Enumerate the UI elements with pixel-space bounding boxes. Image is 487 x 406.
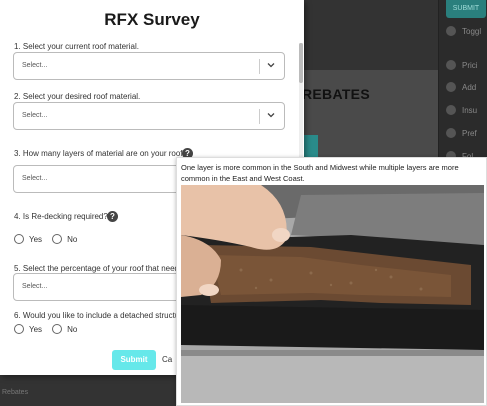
current-roof-material-select[interactable]: Select...: [13, 52, 285, 80]
dollar-icon: [446, 60, 456, 70]
select-divider: [259, 59, 260, 74]
add-icon: [446, 82, 456, 92]
background-section-heading: REBATES: [302, 86, 370, 102]
background-teal-button: [302, 135, 318, 159]
chevron-down-icon: [267, 113, 275, 118]
help-icon[interactable]: ?: [107, 211, 118, 222]
select-divider: [259, 109, 260, 124]
radio-yes[interactable]: [14, 324, 24, 334]
question-3-label: 3. How many layers of material are on yo…: [14, 149, 187, 158]
background-sidebar-item: Prici: [446, 58, 478, 72]
scrollbar-thumb[interactable]: [299, 43, 303, 83]
question-1-label: 1. Select your current roof material.: [14, 42, 139, 51]
roof-shingle-layers-photo: [181, 185, 484, 403]
toggle-icon: [446, 26, 456, 36]
radio-no[interactable]: [52, 234, 63, 244]
desired-roof-material-select[interactable]: Select...: [13, 102, 285, 130]
detached-structure-radio-group: Yes No: [14, 324, 87, 334]
radio-no[interactable]: [52, 324, 63, 334]
background-sidebar-item: Insu: [446, 103, 477, 117]
radio-yes-label: Yes: [29, 234, 43, 244]
background-sidebar-item: Add: [446, 80, 476, 94]
question-4-label: 4. Is Re-decking required?: [14, 212, 108, 221]
background-submit-button: SUBMIT: [446, 0, 486, 18]
radio-yes-label: Yes: [29, 324, 43, 334]
shield-icon: [446, 105, 456, 115]
chevron-down-icon: [267, 63, 275, 68]
select-placeholder: Select...: [22, 62, 48, 69]
radio-no-label: No: [67, 234, 78, 244]
background-footer-text: Rebates: [2, 389, 29, 396]
shingle-photo-illustration: [181, 185, 484, 403]
question-5-label: 5. Select the percentage of your roof th…: [14, 264, 188, 273]
radio-no-label: No: [67, 324, 78, 334]
select-placeholder: Select...: [22, 175, 48, 182]
background-sidebar-item: Toggl: [446, 24, 481, 38]
background-sidebar-item: Pref: [446, 126, 477, 140]
cancel-button[interactable]: Ca: [162, 355, 172, 364]
question-6-label: 6. Would you like to include a detached …: [14, 311, 187, 320]
submit-button[interactable]: Submit: [112, 350, 156, 370]
redecking-radio-group: Yes No: [14, 234, 87, 244]
modal-title: RFX Survey: [104, 10, 200, 29]
plus-icon: [446, 128, 456, 138]
select-placeholder: Select...: [22, 283, 48, 290]
question-2-label: 2. Select your desired roof material.: [14, 92, 141, 101]
tooltip-text: One layer is more common in the South an…: [181, 163, 459, 183]
help-tooltip: One layer is more common in the South an…: [176, 157, 487, 406]
radio-yes[interactable]: [14, 234, 24, 244]
select-placeholder: Select...: [22, 112, 48, 119]
